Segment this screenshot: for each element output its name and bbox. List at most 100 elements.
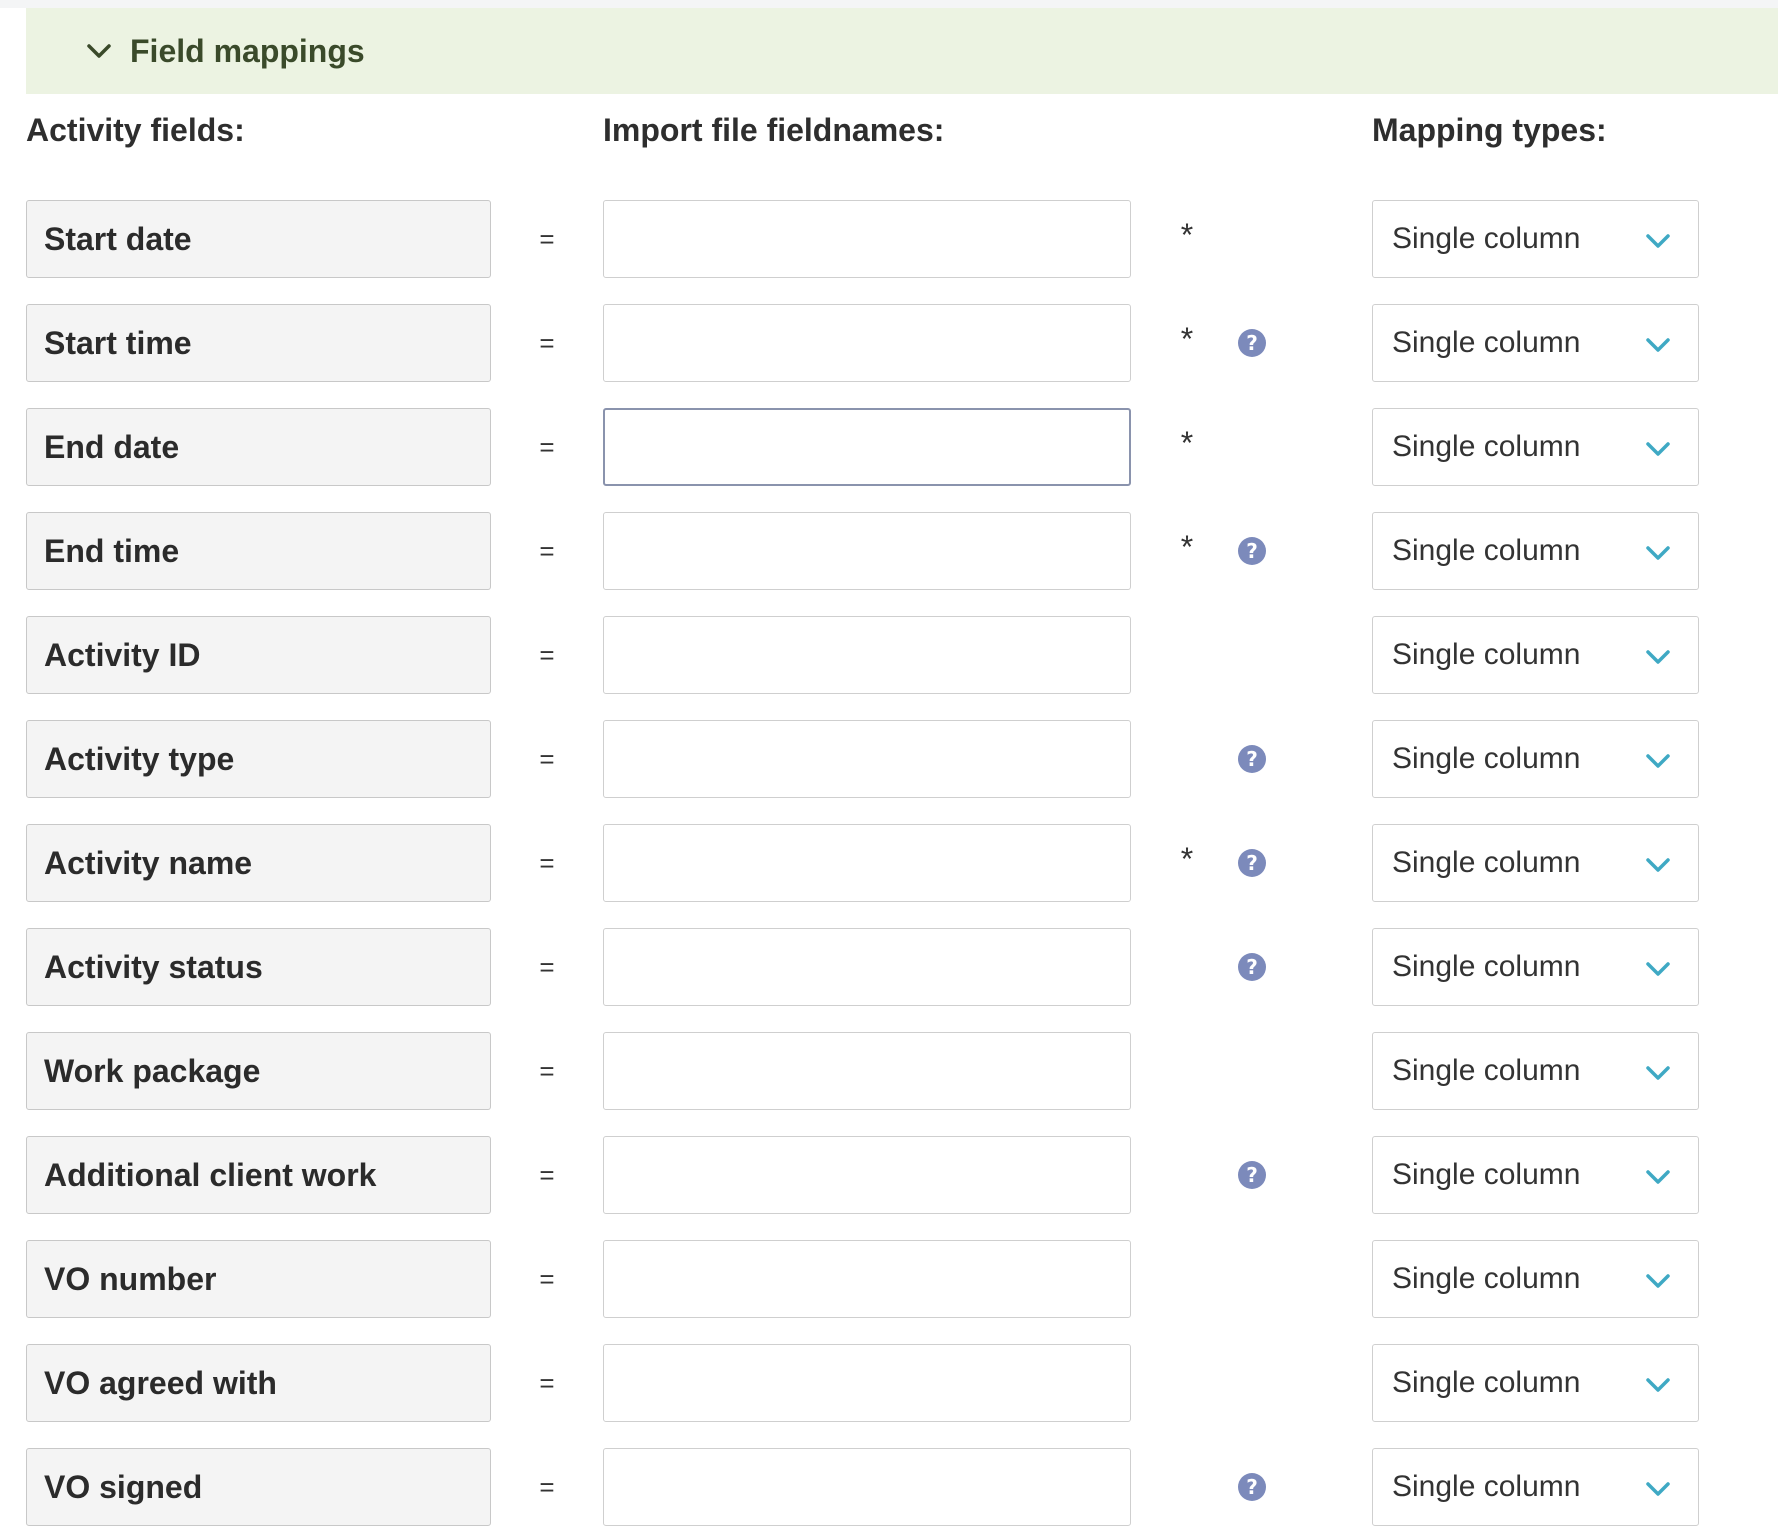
mapping-type-select[interactable]: Single column bbox=[1372, 928, 1699, 1006]
mapping-type-value: Single column bbox=[1392, 1366, 1581, 1399]
import-fieldname-input[interactable] bbox=[603, 200, 1131, 278]
mapping-type-value: Single column bbox=[1392, 430, 1581, 463]
chevron-down-icon bbox=[1644, 435, 1672, 463]
mapping-type-value: Single column bbox=[1392, 1054, 1581, 1087]
mapping-row: End time = *? Single column bbox=[0, 512, 1778, 592]
import-fieldname-input[interactable] bbox=[603, 512, 1131, 590]
mapping-type-select[interactable]: Single column bbox=[1372, 200, 1699, 278]
equals-sign: = bbox=[539, 1159, 555, 1190]
activity-field-label: Activity ID bbox=[26, 616, 491, 694]
mapping-type-value: Single column bbox=[1392, 638, 1581, 671]
help-icon[interactable]: ? bbox=[1238, 537, 1266, 565]
import-fieldname-input[interactable] bbox=[603, 1240, 1131, 1318]
mapping-row: Activity type =? Single column bbox=[0, 720, 1778, 800]
equals-sign: = bbox=[539, 223, 555, 254]
required-asterisk: * bbox=[1180, 840, 1194, 877]
equals-sign: = bbox=[539, 431, 555, 462]
import-fieldname-input[interactable] bbox=[603, 1448, 1131, 1526]
activity-field-label: Start date bbox=[26, 200, 491, 278]
mapping-row: Start time = *? Single column bbox=[0, 304, 1778, 384]
chevron-down-icon bbox=[1644, 1267, 1672, 1295]
import-fieldname-input[interactable] bbox=[603, 616, 1131, 694]
mapping-type-select[interactable]: Single column bbox=[1372, 616, 1699, 694]
activity-field-label: End time bbox=[26, 512, 491, 590]
required-asterisk: * bbox=[1180, 320, 1194, 357]
mapping-type-select[interactable]: Single column bbox=[1372, 1240, 1699, 1318]
mapping-type-value: Single column bbox=[1392, 326, 1581, 359]
chevron-down-icon bbox=[1644, 227, 1672, 255]
mapping-type-select[interactable]: Single column bbox=[1372, 1136, 1699, 1214]
mapping-row: Activity ID = Single column bbox=[0, 616, 1778, 696]
help-icon[interactable]: ? bbox=[1238, 1473, 1266, 1501]
mapping-type-value: Single column bbox=[1392, 1158, 1581, 1191]
activity-field-label: Start time bbox=[26, 304, 491, 382]
chevron-down-icon bbox=[1644, 1163, 1672, 1191]
mapping-type-value: Single column bbox=[1392, 222, 1581, 255]
activity-field-label: Additional client work bbox=[26, 1136, 491, 1214]
activity-field-label: VO number bbox=[26, 1240, 491, 1318]
mapping-type-select[interactable]: Single column bbox=[1372, 1448, 1699, 1526]
required-asterisk: * bbox=[1180, 216, 1194, 253]
mapping-type-select[interactable]: Single column bbox=[1372, 512, 1699, 590]
equals-sign: = bbox=[539, 1263, 555, 1294]
mapping-type-select[interactable]: Single column bbox=[1372, 408, 1699, 486]
import-fieldname-input[interactable] bbox=[603, 720, 1131, 798]
mapping-type-value: Single column bbox=[1392, 950, 1581, 983]
import-fieldname-input[interactable] bbox=[603, 1032, 1131, 1110]
chevron-down-icon bbox=[1644, 851, 1672, 879]
import-fieldname-input[interactable] bbox=[603, 928, 1131, 1006]
activity-field-label: End date bbox=[26, 408, 491, 486]
equals-sign: = bbox=[539, 639, 555, 670]
equals-sign: = bbox=[539, 1367, 555, 1398]
activity-field-label: Activity status bbox=[26, 928, 491, 1006]
mapping-type-value: Single column bbox=[1392, 846, 1581, 879]
activity-field-label: Activity name bbox=[26, 824, 491, 902]
mapping-row: Start date = * Single column bbox=[0, 200, 1778, 280]
chevron-down-icon bbox=[1644, 331, 1672, 359]
mapping-type-select[interactable]: Single column bbox=[1372, 304, 1699, 382]
required-asterisk: * bbox=[1180, 528, 1194, 565]
mapping-type-select[interactable]: Single column bbox=[1372, 720, 1699, 798]
mapping-row: Work package = Single column bbox=[0, 1032, 1778, 1112]
mapping-type-value: Single column bbox=[1392, 534, 1581, 567]
help-icon[interactable]: ? bbox=[1238, 849, 1266, 877]
import-fieldname-input[interactable] bbox=[603, 408, 1131, 486]
chevron-down-icon bbox=[1644, 1059, 1672, 1087]
help-icon[interactable]: ? bbox=[1238, 953, 1266, 981]
equals-sign: = bbox=[539, 535, 555, 566]
import-fieldname-input[interactable] bbox=[603, 1136, 1131, 1214]
equals-sign: = bbox=[539, 1055, 555, 1086]
equals-sign: = bbox=[539, 743, 555, 774]
mapping-row: VO signed =? Single column bbox=[0, 1448, 1778, 1528]
help-icon[interactable]: ? bbox=[1238, 1161, 1266, 1189]
mapping-type-select[interactable]: Single column bbox=[1372, 824, 1699, 902]
import-fieldname-input[interactable] bbox=[603, 1344, 1131, 1422]
help-icon[interactable]: ? bbox=[1238, 745, 1266, 773]
mapping-type-value: Single column bbox=[1392, 742, 1581, 775]
equals-sign: = bbox=[539, 847, 555, 878]
chevron-down-icon bbox=[1644, 955, 1672, 983]
mapping-type-select[interactable]: Single column bbox=[1372, 1032, 1699, 1110]
import-fieldname-input[interactable] bbox=[603, 304, 1131, 382]
mapping-rows: Start date = * Single column Start time = *? Si… bbox=[0, 0, 1778, 1526]
chevron-down-icon bbox=[1644, 747, 1672, 775]
equals-sign: = bbox=[539, 951, 555, 982]
activity-field-label: VO agreed with bbox=[26, 1344, 491, 1422]
chevron-down-icon bbox=[1644, 1475, 1672, 1503]
mapping-row: End date = * Single column bbox=[0, 408, 1778, 488]
mapping-row: VO number = Single column bbox=[0, 1240, 1778, 1320]
mapping-row: Activity name = *? Single column bbox=[0, 824, 1778, 904]
mapping-type-select[interactable]: Single column bbox=[1372, 1344, 1699, 1422]
equals-sign: = bbox=[539, 327, 555, 358]
activity-field-label: Activity type bbox=[26, 720, 491, 798]
mapping-type-value: Single column bbox=[1392, 1470, 1581, 1503]
required-asterisk: * bbox=[1180, 424, 1194, 461]
chevron-down-icon bbox=[1644, 1371, 1672, 1399]
mapping-row: Additional client work =? Single column bbox=[0, 1136, 1778, 1216]
activity-field-label: Work package bbox=[26, 1032, 491, 1110]
mapping-row: Activity status =? Single column bbox=[0, 928, 1778, 1008]
chevron-down-icon bbox=[1644, 643, 1672, 671]
help-icon[interactable]: ? bbox=[1238, 329, 1266, 357]
activity-field-label: VO signed bbox=[26, 1448, 491, 1526]
import-fieldname-input[interactable] bbox=[603, 824, 1131, 902]
